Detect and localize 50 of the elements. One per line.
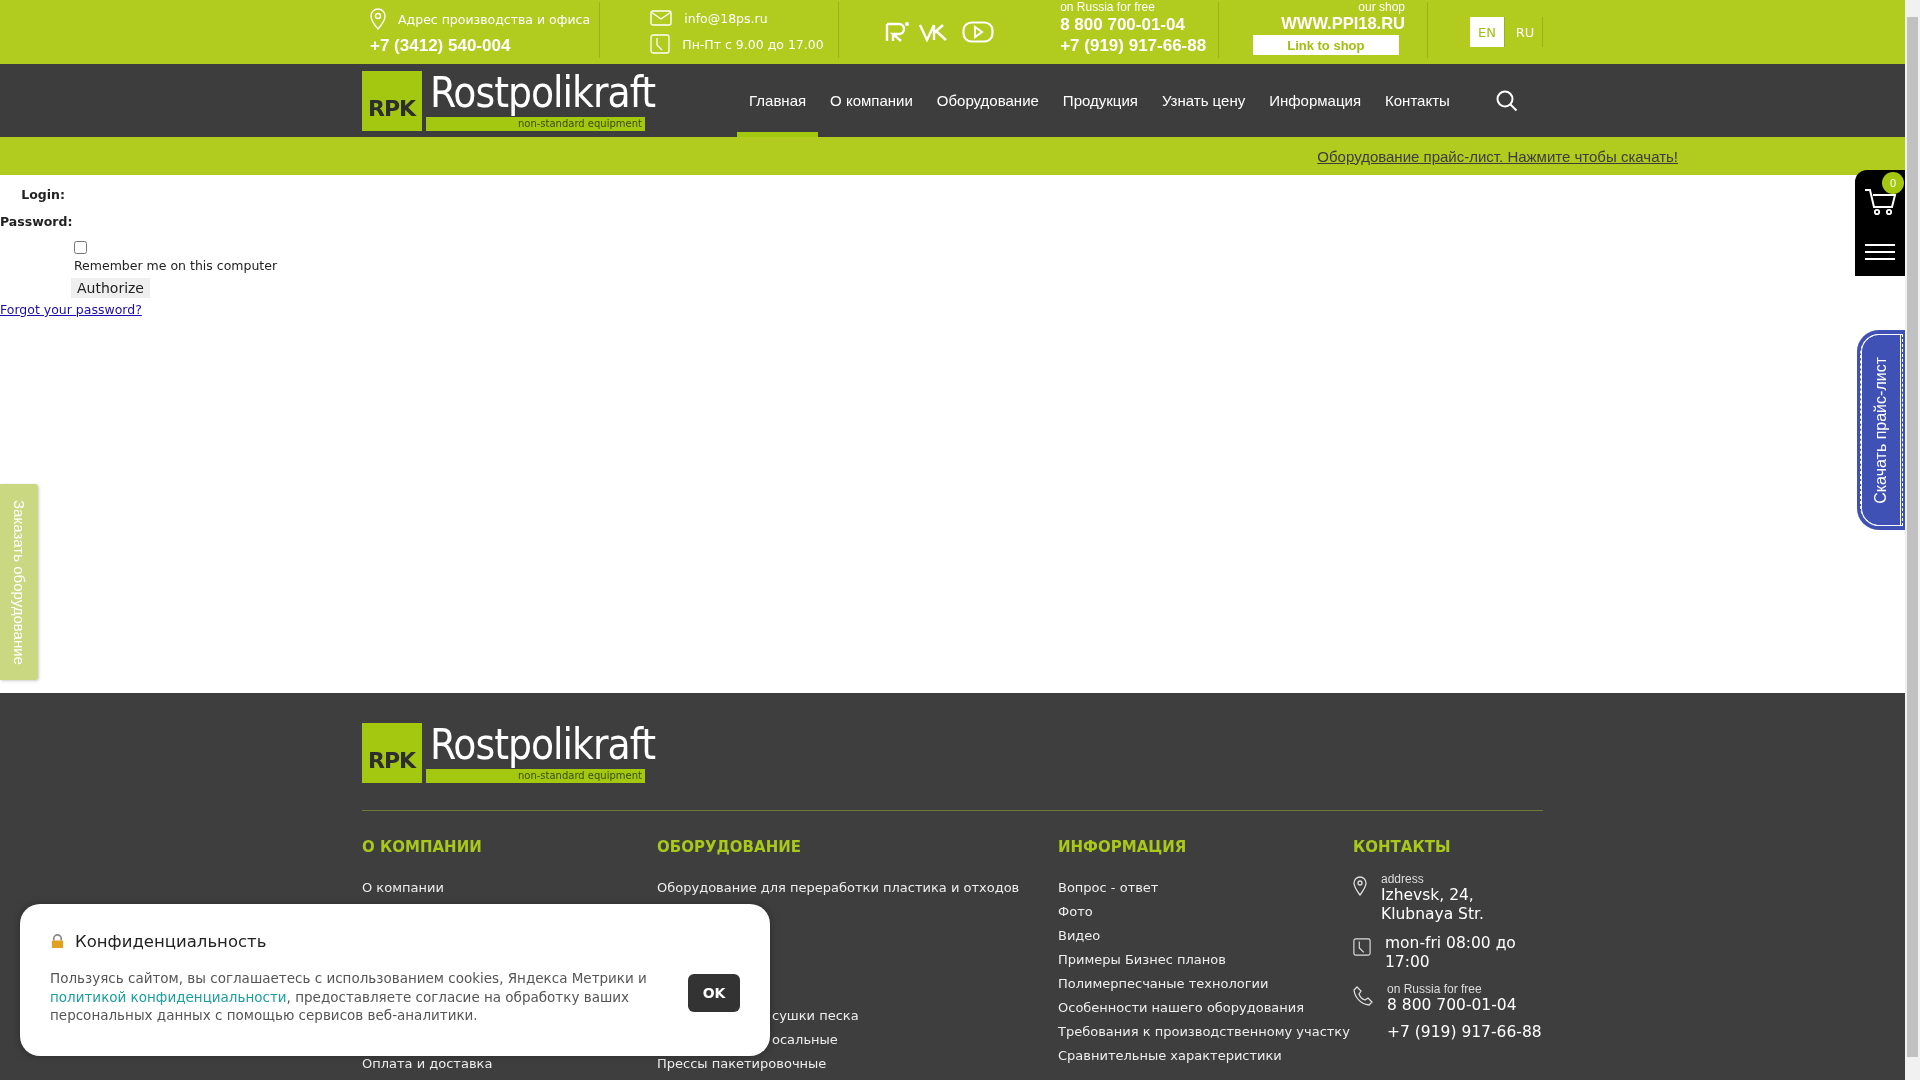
free-call-label: on Russia for free <box>1060 0 1156 14</box>
footer-link[interactable]: Прессы пакетировочные <box>657 1052 827 1076</box>
footer-link[interactable]: Оборудование для переработки пластика и отходов <box>657 876 1020 900</box>
footer-link[interactable]: О компании <box>362 876 444 900</box>
ok-button[interactable]: OK <box>688 973 740 1012</box>
nav-item[interactable]: Продукция <box>1050 64 1150 137</box>
price-list-tab[interactable]: Скачать прайс-лист <box>1857 330 1905 530</box>
contact-value[interactable]: 8 800 700-01-04 <box>1387 996 1527 1015</box>
contact-value[interactable]: +7 (919) 917-66-88 <box>1387 1023 1547 1042</box>
price-list-link[interactable]: Оборудование прайс-лист. Нажмите чтобы скачать! <box>1317 147 1678 165</box>
footer-link[interactable]: Примеры Бизнес планов <box>1058 948 1226 972</box>
footer-link[interactable]: Видео <box>1058 924 1101 948</box>
logo-tagline: non-standard equipment <box>426 116 645 131</box>
footer-link[interactable]: Сравнительные характеристики <box>1058 1044 1282 1068</box>
authorize-button[interactable]: Authorize <box>71 278 150 298</box>
footer-link[interactable]: Фото <box>1058 900 1093 924</box>
address-label: Адрес производства и офиса <box>398 11 591 27</box>
footer-link[interactable]: Полимерпесчаные технологии <box>1058 972 1269 996</box>
contact-label: on Russia for free <box>1387 982 1483 996</box>
footer-link[interactable]: Требования к производственному участку <box>1058 1020 1350 1044</box>
login-label: Login: <box>21 187 65 202</box>
contact-value: Izhevsk, 24, Klubnaya Str. <box>1381 886 1485 924</box>
nav-item[interactable]: Узнать цену <box>1149 64 1258 137</box>
remember-label: Remember me on this computer <box>74 258 278 273</box>
nav-item[interactable]: Оборудование <box>924 64 1051 137</box>
footer-heading: О КОМПАНИИ <box>362 838 483 858</box>
footer-link[interactable]: сушки песка <box>772 1004 859 1028</box>
forgot-password-link[interactable]: Forgot your password? <box>0 302 142 317</box>
cookie-text: Пользуясь сайтом, вы соглашаетесь с использованием cookies, Яндекса Метрики и политикой конфиденциальности, предоставляете согласие на обработку ваших персональных данных с помощью сервисов веб-аналитики. <box>50 969 648 1025</box>
footer-link[interactable]: осальные <box>772 1028 838 1052</box>
footer-heading: ИНФОРМАЦИЯ <box>1058 838 1188 858</box>
nav-item[interactable]: О компании <box>818 64 925 137</box>
footer-link[interactable]: Оплата и доставка <box>362 1052 493 1076</box>
working-hours: Пн-Пт с 9.00 до 17.00 <box>682 36 824 52</box>
footer-heading: ОБОРУДОВАНИЕ <box>657 838 802 858</box>
shop-label: our shop <box>1358 0 1405 14</box>
nav-item[interactable]: Главная <box>737 64 819 137</box>
contact-label: address <box>1381 872 1425 886</box>
nav-item[interactable]: Информация <box>1257 64 1373 137</box>
logo-tagline: non-standard equipment <box>426 769 645 783</box>
password-label: Password: <box>0 214 73 229</box>
nav-item[interactable]: Контакты <box>1373 64 1462 137</box>
logo-mark[interactable]: RPK <box>362 723 422 783</box>
cart-count: 0 <box>1882 172 1904 194</box>
contact-value: mon-fri 08:00 до 17:00 <box>1385 934 1517 972</box>
logo-mark[interactable]: RPK <box>362 70 422 131</box>
cookie-title: Конфиденциальность <box>75 932 267 951</box>
footer-link[interactable]: Вопрос - ответ <box>1058 876 1159 900</box>
footer-heading: КОНТАКТЫ <box>1353 838 1452 858</box>
footer-link[interactable]: Особенности нашего оборудования <box>1058 996 1305 1020</box>
